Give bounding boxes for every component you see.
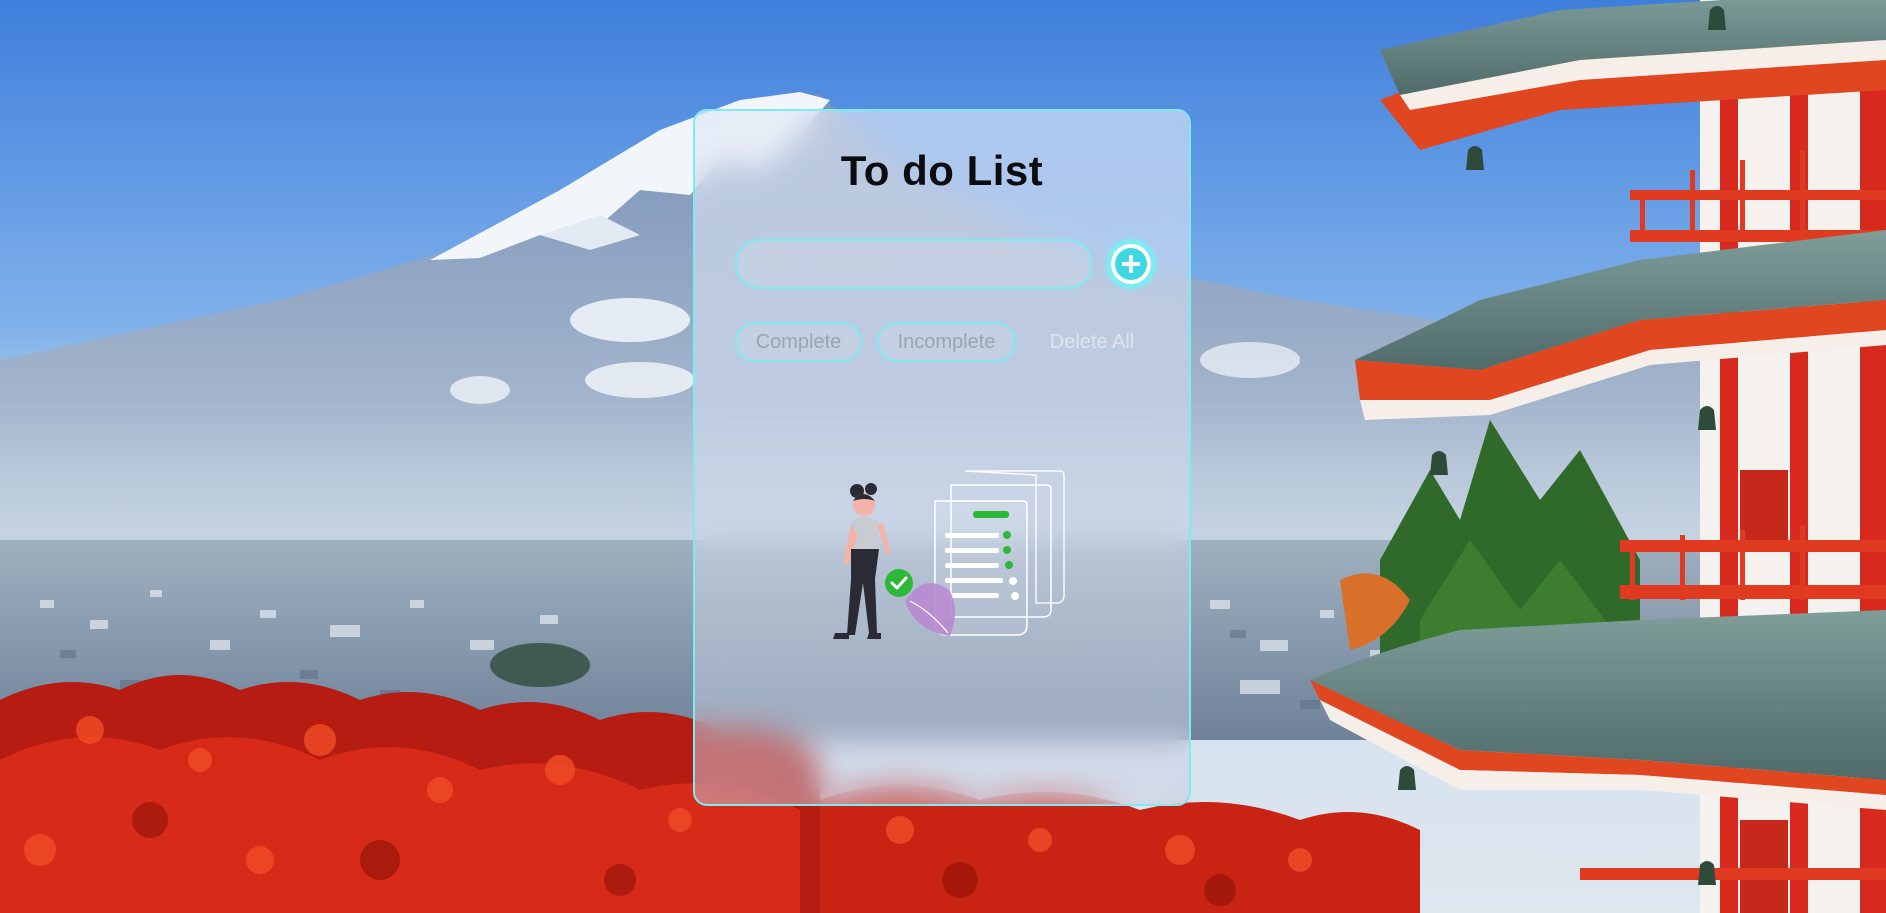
page-title: To do List [840,147,1044,194]
incomplete-filter-button[interactable]: Incomplete [877,322,1016,362]
todo-card: To do List Complete Incomplete Delete Al… [693,109,1191,806]
plus-circle-icon [1115,248,1147,280]
add-task-button[interactable] [1106,239,1156,289]
empty-state-illustration [815,461,1075,656]
delete-all-button[interactable]: Delete All [1032,322,1152,362]
complete-filter-button[interactable]: Complete [735,322,862,362]
new-task-input[interactable] [735,239,1093,289]
card-glow [695,111,1189,804]
